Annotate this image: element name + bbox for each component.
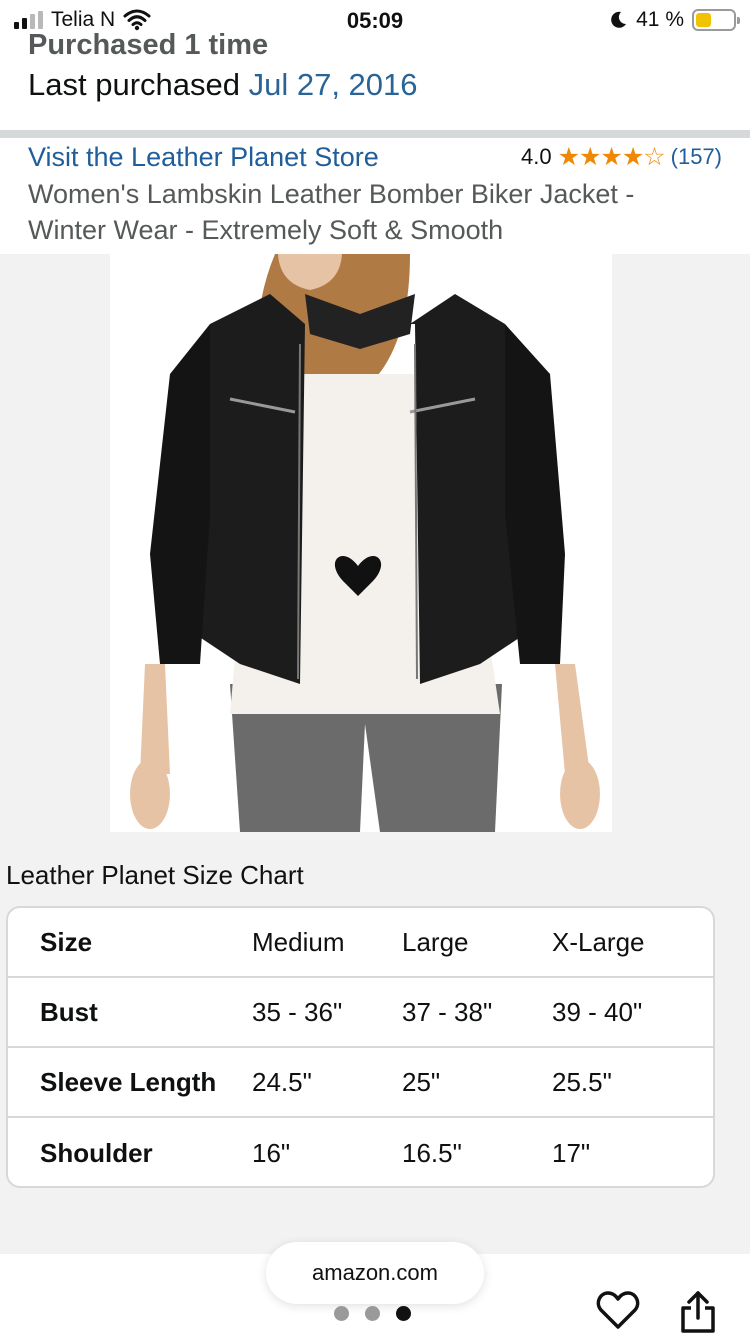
last-purchased: Last purchased Jul 27, 2016 xyxy=(28,64,750,106)
size-row-shoulder: Shoulder 16" 16.5" 17" xyxy=(8,1118,713,1186)
heart-icon[interactable] xyxy=(596,1290,640,1330)
page-dot[interactable] xyxy=(365,1306,380,1321)
size-row-sleeve: Sleeve Length 24.5" 25" 25.5" xyxy=(8,1048,713,1118)
size-row-bust: Bust 35 - 36" 37 - 38" 39 - 40" xyxy=(8,978,713,1048)
product-image-gallery[interactable]: Leather Planet Size Chart Size Medium La… xyxy=(0,254,750,1254)
jacket-photo-illustration xyxy=(110,254,612,832)
product-image[interactable] xyxy=(110,254,612,832)
store-link[interactable]: Visit the Leather Planet Store xyxy=(28,142,379,173)
size-cell: Large xyxy=(402,926,469,957)
purchase-info: Purchased 1 time Last purchased Jul 27, … xyxy=(0,26,750,130)
page-indicator[interactable] xyxy=(334,1306,411,1321)
size-row-header: Size Medium Large X-Large xyxy=(8,908,713,978)
page-dot-active[interactable] xyxy=(396,1306,411,1321)
size-cell: Bust xyxy=(40,996,98,1027)
battery-icon xyxy=(692,9,740,31)
size-cell: 24.5" xyxy=(252,1066,312,1097)
battery-level xyxy=(696,13,711,27)
size-cell: 39 - 40" xyxy=(552,996,643,1027)
section-divider xyxy=(0,130,750,138)
last-purchased-date[interactable]: Jul 27, 2016 xyxy=(249,67,418,102)
page-dot[interactable] xyxy=(334,1306,349,1321)
size-cell: Sleeve Length xyxy=(40,1066,217,1097)
size-chart-title: Leather Planet Size Chart xyxy=(6,860,304,890)
rating-count[interactable]: (157) xyxy=(671,144,722,170)
size-cell: 25" xyxy=(402,1066,441,1097)
share-icon[interactable] xyxy=(680,1290,716,1334)
size-cell: 37 - 38" xyxy=(402,996,493,1027)
size-cell: Size xyxy=(40,926,93,957)
rating-value: 4.0 xyxy=(520,144,552,169)
size-cell: 16.5" xyxy=(402,1137,462,1168)
size-cell: 35 - 36" xyxy=(252,996,343,1027)
size-cell: Medium xyxy=(252,926,345,957)
product-header: Visit the Leather Planet Store 4.0 ★★★★☆… xyxy=(0,138,750,254)
rating[interactable]: 4.0 ★★★★☆ (157) xyxy=(521,142,722,172)
star-rating-icon: ★★★★☆ xyxy=(557,143,666,171)
status-bar: Telia N 05:09 41 % xyxy=(0,0,750,40)
status-right: 41 % xyxy=(608,8,740,32)
size-cell: 25.5" xyxy=(552,1066,612,1097)
product-title: Women's Lambskin Leather Bomber Biker Ja… xyxy=(28,179,635,245)
size-cell: X-Large xyxy=(552,926,645,957)
last-purchased-label: Last purchased xyxy=(28,67,240,102)
size-cell: Shoulder xyxy=(40,1137,153,1168)
moon-icon xyxy=(611,11,627,28)
size-chart-table: Size Medium Large X-Large Bust 35 - 36" … xyxy=(6,906,715,1188)
battery-percent: 41 % xyxy=(636,8,684,31)
size-cell: 16" xyxy=(252,1137,291,1168)
url-bar[interactable]: amazon.com xyxy=(266,1242,484,1304)
size-cell: 17" xyxy=(552,1137,591,1168)
